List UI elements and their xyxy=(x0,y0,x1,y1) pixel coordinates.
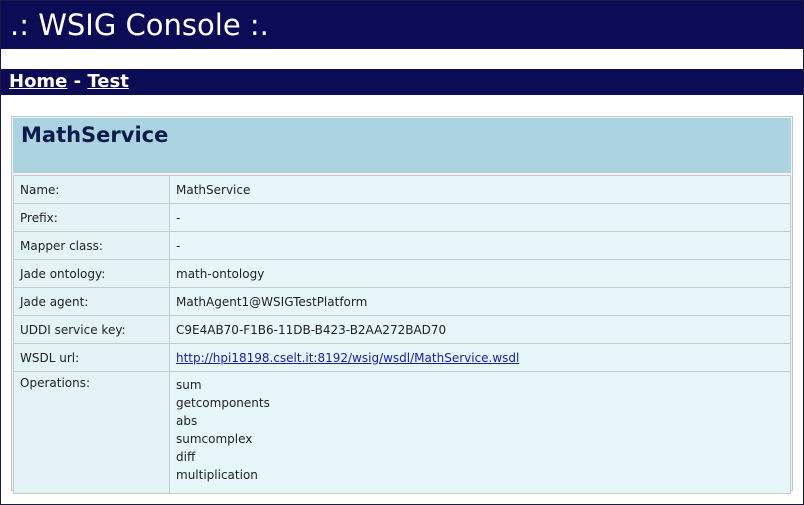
prefix-label: Prefix: xyxy=(13,203,170,232)
app-title: .: WSIG Console :. xyxy=(10,8,269,42)
home-link[interactable]: Home xyxy=(9,71,67,92)
service-title: MathService xyxy=(21,123,169,147)
test-link[interactable]: Test xyxy=(87,71,128,92)
mapper-class-label: Mapper class: xyxy=(13,231,170,260)
wsdl-url-label: WSDL url: xyxy=(13,343,170,372)
table-row: Prefix: - xyxy=(13,203,791,232)
operation-item: getcomponents xyxy=(176,396,270,410)
name-value: MathService xyxy=(169,175,791,204)
uddi-key-label: UDDI service key: xyxy=(13,315,170,344)
operation-item: sum xyxy=(176,378,202,392)
operation-item: diff xyxy=(176,450,196,464)
service-panel-header: MathService xyxy=(13,118,791,173)
table-row: Jade agent: MathAgent1@WSIGTestPlatform xyxy=(13,287,791,316)
operation-item: multiplication xyxy=(176,468,258,482)
operation-item: sumcomplex xyxy=(176,432,253,446)
table-row: Name: MathService xyxy=(13,175,791,204)
jade-ontology-label: Jade ontology: xyxy=(13,259,170,288)
wsdl-url-link[interactable]: http://hpi18198.cselt.it:8192/wsig/wsdl/… xyxy=(176,351,519,365)
table-row: Mapper class: - xyxy=(13,231,791,260)
breadcrumb: Home - Test xyxy=(9,71,129,93)
table-row: Operations: sum getcomponents abs sumcom… xyxy=(13,371,791,494)
uddi-key-value: C9E4AB70-F1B6-11DB-B423-B2AA272BAD70 xyxy=(169,315,791,344)
jade-ontology-value: math-ontology xyxy=(169,259,791,288)
operations-label: Operations: xyxy=(13,371,170,494)
jade-agent-label: Jade agent: xyxy=(13,287,170,316)
mapper-class-value: - xyxy=(169,231,791,260)
table-row: WSDL url: http://hpi18198.cselt.it:8192/… xyxy=(13,343,791,372)
wsdl-url-cell: http://hpi18198.cselt.it:8192/wsig/wsdl/… xyxy=(169,343,791,372)
table-row: Jade ontology: math-ontology xyxy=(13,259,791,288)
operation-item: abs xyxy=(176,414,198,428)
breadcrumb-separator: - xyxy=(67,71,88,92)
service-details-table: Name: MathService Prefix: - Mapper class… xyxy=(13,175,791,494)
table-row: UDDI service key: C9E4AB70-F1B6-11DB-B42… xyxy=(13,315,791,344)
operations-list: sum getcomponents abs sumcomplex diff mu… xyxy=(169,371,791,494)
jade-agent-value: MathAgent1@WSIGTestPlatform xyxy=(169,287,791,316)
service-panel: MathService Name: MathService Prefix: - … xyxy=(11,116,793,494)
prefix-value: - xyxy=(169,203,791,232)
name-label: Name: xyxy=(13,175,170,204)
breadcrumb-bar: Home - Test xyxy=(1,69,803,95)
app-header: .: WSIG Console :. xyxy=(1,1,803,49)
